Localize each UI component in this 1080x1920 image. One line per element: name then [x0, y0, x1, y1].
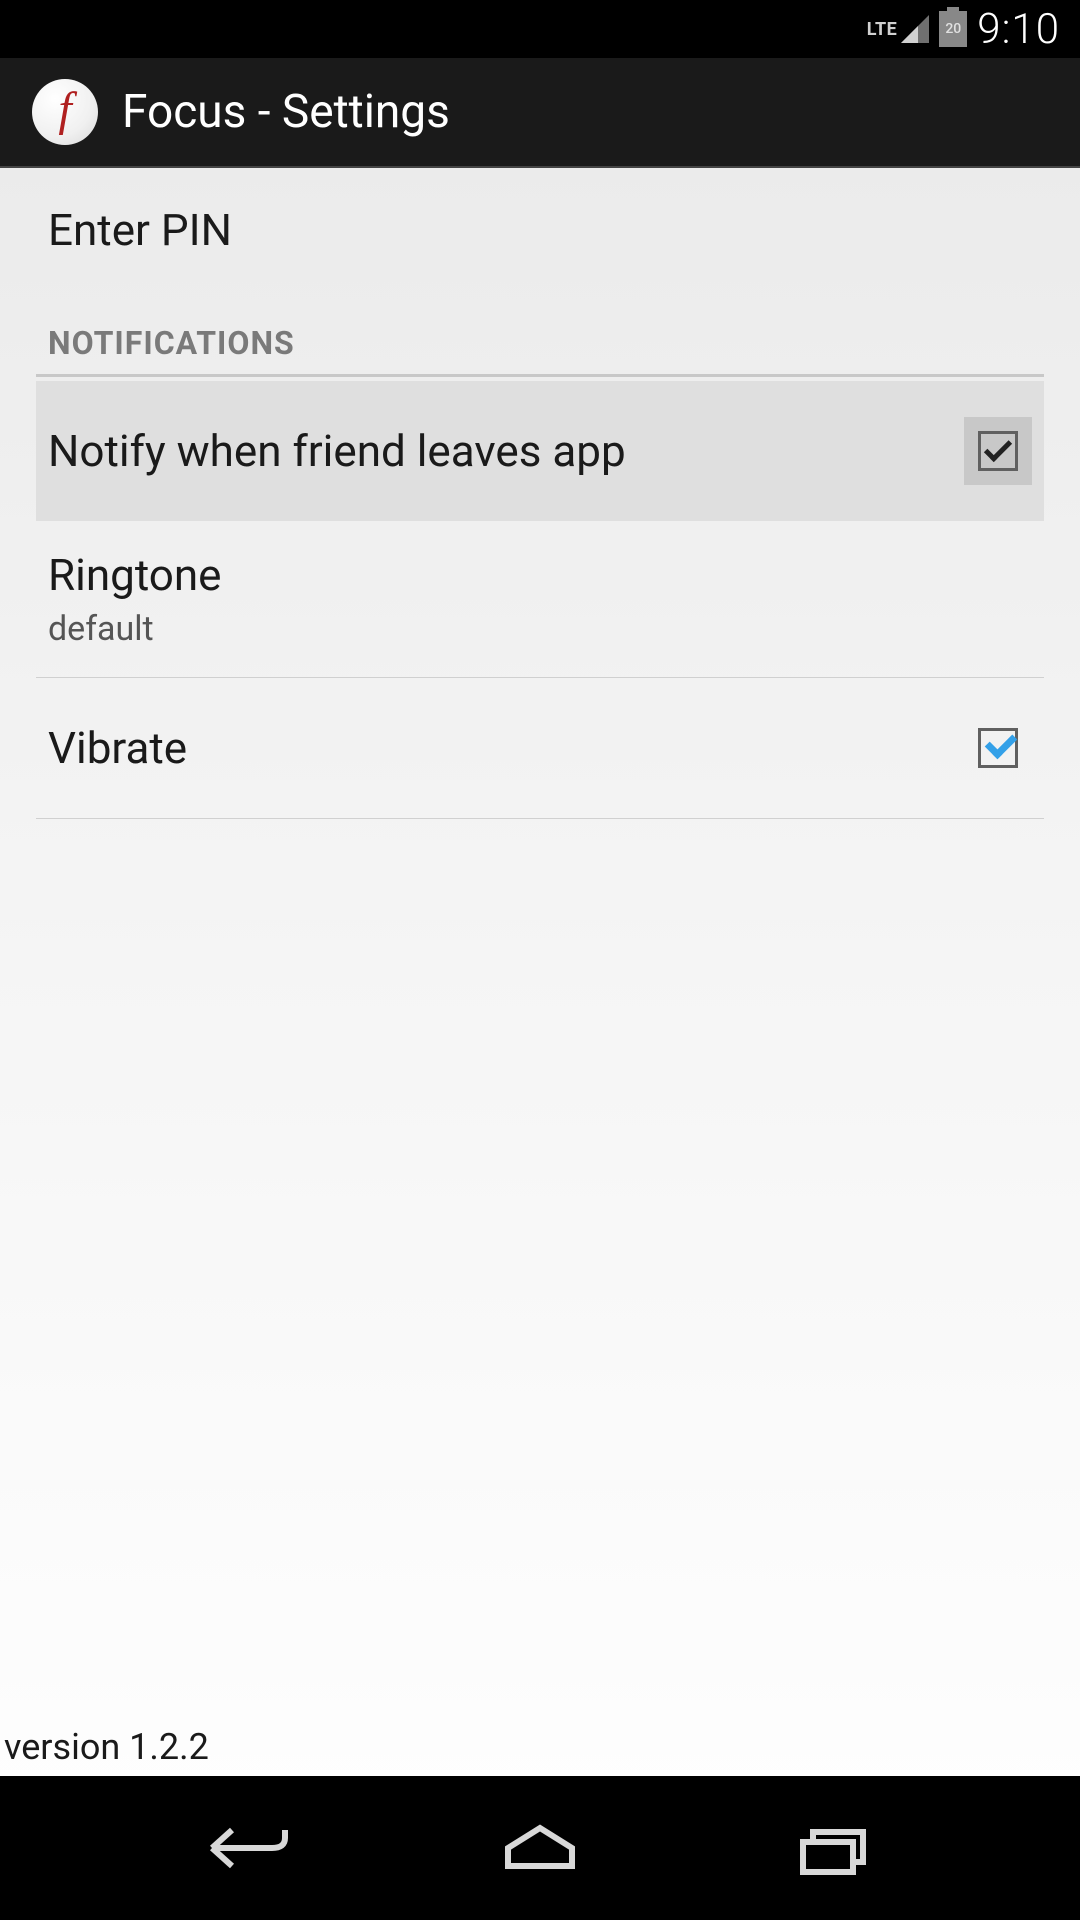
vibrate-item[interactable]: Vibrate: [36, 678, 1044, 819]
app-icon-letter: f: [58, 86, 71, 134]
notifications-section-header: NOTIFICATIONS: [0, 292, 1080, 374]
checkbox-frame: [978, 728, 1018, 768]
network-indicator: LTE: [867, 19, 898, 40]
battery-level: 20: [945, 21, 961, 37]
ringtone-label: Ringtone: [48, 549, 222, 601]
recent-apps-button[interactable]: [773, 1808, 893, 1888]
enter-pin-item[interactable]: Enter PIN: [0, 168, 1080, 292]
clock: 9:10: [977, 5, 1060, 54]
back-icon: [197, 1818, 297, 1878]
spacer: [0, 819, 1080, 1718]
navigation-bar: [0, 1776, 1080, 1920]
notify-friend-label: Notify when friend leaves app: [48, 425, 626, 477]
checkmark-icon: [985, 727, 1018, 760]
action-bar: f Focus - Settings: [0, 58, 1080, 168]
notify-friend-checkbox[interactable]: [964, 417, 1032, 485]
status-bar: LTE 20 9:10: [0, 0, 1080, 58]
checkmark-icon: [984, 434, 1012, 462]
notify-friend-item[interactable]: Notify when friend leaves app: [36, 381, 1044, 521]
vibrate-label: Vibrate: [48, 722, 187, 774]
signal-icon: [901, 15, 929, 43]
home-icon: [490, 1818, 590, 1878]
checkbox-frame: [978, 431, 1018, 471]
app-icon[interactable]: f: [32, 79, 98, 145]
back-button[interactable]: [187, 1808, 307, 1888]
page-title: Focus - Settings: [122, 85, 450, 139]
battery-icon: 20: [939, 11, 967, 47]
enter-pin-label: Enter PIN: [48, 204, 232, 256]
home-button[interactable]: [480, 1808, 600, 1888]
settings-list: Enter PIN NOTIFICATIONS Notify when frie…: [0, 168, 1080, 1776]
recent-apps-icon: [783, 1818, 883, 1878]
version-label: version 1.2.2: [0, 1718, 1080, 1776]
ringtone-text: Ringtone default: [48, 549, 222, 649]
ringtone-value: default: [48, 609, 222, 649]
section-divider: [36, 374, 1044, 377]
vibrate-checkbox[interactable]: [964, 714, 1032, 782]
ringtone-item[interactable]: Ringtone default: [36, 521, 1044, 678]
